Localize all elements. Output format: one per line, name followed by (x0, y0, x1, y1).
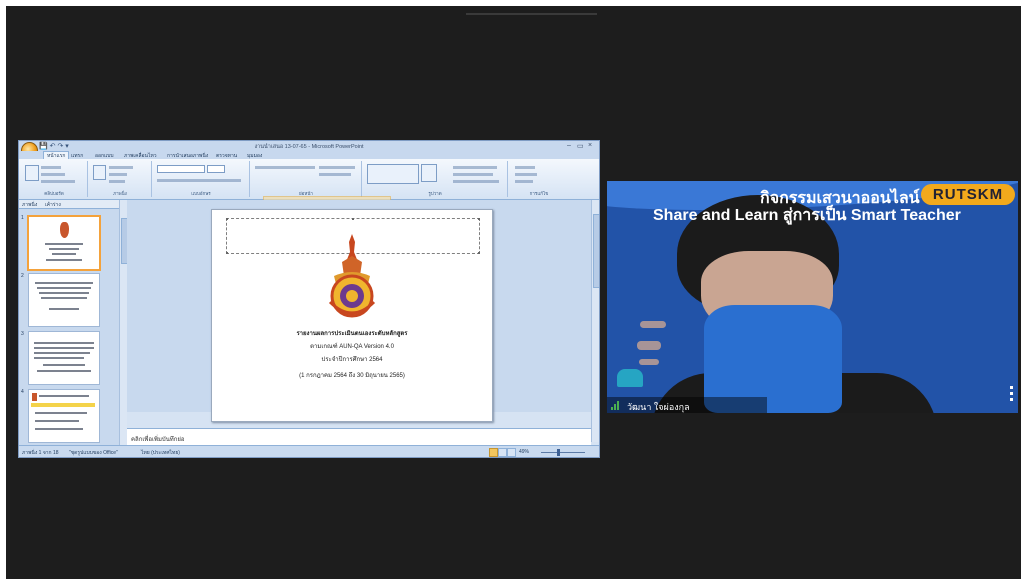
slide-thumbnail-1[interactable] (27, 215, 101, 271)
slide-thumbnail-3[interactable] (28, 331, 100, 385)
slides-panel-scrollbar[interactable] (119, 200, 128, 445)
paragraph-group: ย่อหน้า (251, 161, 362, 197)
logo-icon (60, 222, 69, 238)
notes-placeholder: คลิกเพื่อเพิ่มบันทึกย่อ (131, 437, 185, 443)
zoom-slider-knob[interactable] (557, 449, 560, 456)
font-size-field[interactable] (207, 165, 225, 173)
banner-subtitle: Share and Learn สู่การเป็น Smart Teacher (653, 207, 961, 224)
font-group: แบบอักษร (153, 161, 250, 197)
maximize-button[interactable]: ▭ (577, 142, 584, 150)
slides-panel: 1 2 3 4 (19, 209, 120, 445)
slide-scroll-thumb[interactable] (593, 214, 599, 288)
tab-outline[interactable]: เค้าร่าง (45, 201, 61, 209)
slide-title-line-3: ประจำปีการศึกษา 2564 (321, 357, 383, 363)
slide-number: 3 (21, 331, 24, 337)
close-button[interactable]: × (588, 142, 592, 149)
slides-panel-tabs: ภาพนิ่ง เค้าร่าง (19, 200, 119, 209)
zoom-level[interactable]: 49% (519, 449, 529, 455)
rutskm-badge-label: RUTSKM (932, 186, 1004, 203)
ribbon-tab-bar: หน้าแรก แทรก ออกแบบ ภาพเคลื่อนไหว การนำเ… (19, 151, 599, 159)
shapes-gallery[interactable] (367, 164, 419, 184)
paste-icon[interactable] (25, 165, 39, 181)
notes-pane[interactable]: คลิกเพื่อเพิ่มบันทึกย่อ (127, 428, 591, 446)
slide-date-range: (1 กรกฎาคม 2564 ถึง 30 มิถุนายน 2565) (299, 373, 405, 379)
editing-group-label: การแก้ไข (529, 191, 549, 196)
rutskm-badge: RUTSKM (921, 184, 1015, 205)
tab-home[interactable]: หน้าแรก (43, 151, 70, 159)
slide-number: 2 (21, 273, 24, 279)
slide-thumbnail-2[interactable] (28, 273, 100, 327)
slide-number: 4 (21, 389, 24, 395)
editing-group: การแก้ไข (509, 161, 569, 197)
top-indicator (466, 13, 597, 15)
shared-screen-powerpoint: 💾 ↶ ↷ ▾ งานนำเสนอ 13-07-65 - Microsoft P… (18, 140, 600, 458)
minimize-button[interactable]: – (567, 142, 571, 149)
slide-show-view-icon[interactable] (507, 448, 516, 457)
smart-logo-icon (617, 369, 643, 387)
logo-icon (32, 393, 37, 401)
window-title: งานนำเสนอ 13-07-65 - Microsoft PowerPoin… (254, 144, 364, 150)
slide-number: 1 (21, 215, 24, 221)
ribbon: คลิปบอร์ด ภาพนิ่ง แบบอักษร ย่อหน้า รูปวา… (19, 159, 599, 214)
tab-slides[interactable]: ภาพนิ่ง (22, 201, 37, 209)
clipboard-group: คลิปบอร์ด (21, 161, 88, 197)
status-bar: ภาพนิ่ง 1 จาก 18 "ชุดรูปแบบของ Office" ไ… (19, 445, 599, 457)
slide-counter: ภาพนิ่ง 1 จาก 18 (22, 450, 59, 456)
language-indicator: ไทย (ประเทศไทย) (141, 450, 180, 456)
signal-strength-icon (611, 401, 621, 410)
font-group-label: แบบอักษร (191, 191, 211, 196)
slide-thumbnail-4[interactable] (28, 389, 100, 443)
more-options-icon[interactable] (1010, 386, 1014, 408)
drawing-group: รูปวาด (363, 161, 508, 197)
participant-name: วัฒนา ใจผ่องกุล (627, 402, 690, 412)
zoom-slider[interactable] (541, 452, 585, 453)
slide-title-line-2: ตามเกณฑ์ AUN-QA Version 4.0 (310, 344, 394, 350)
slides-group-label: ภาพนิ่ง (113, 191, 127, 196)
participant-video-tile[interactable]: กิจกรรมเสวนาออนไลน์ RUTSKM Share and Lea… (607, 181, 1018, 413)
slide-title-line-1: รายงานผลการประเมินตนเองระดับหลักสูตร (296, 331, 408, 337)
arrange-icon[interactable] (421, 164, 437, 182)
new-slide-icon[interactable] (93, 165, 106, 180)
theme-name: "ชุดรูปแบบของ Office" (69, 450, 118, 456)
current-slide[interactable]: รายงานผลการประเมินตนเองระดับหลักสูตร ตาม… (211, 209, 493, 422)
clipboard-group-label: คลิปบอร์ด (44, 191, 64, 196)
normal-view-icon[interactable] (489, 448, 498, 457)
slides-group: ภาพนิ่ง (89, 161, 152, 197)
slide-sorter-view-icon[interactable] (498, 448, 507, 457)
font-name-field[interactable] (157, 165, 205, 173)
slide-scrollbar[interactable] (591, 200, 599, 442)
university-logo-icon (328, 234, 376, 318)
